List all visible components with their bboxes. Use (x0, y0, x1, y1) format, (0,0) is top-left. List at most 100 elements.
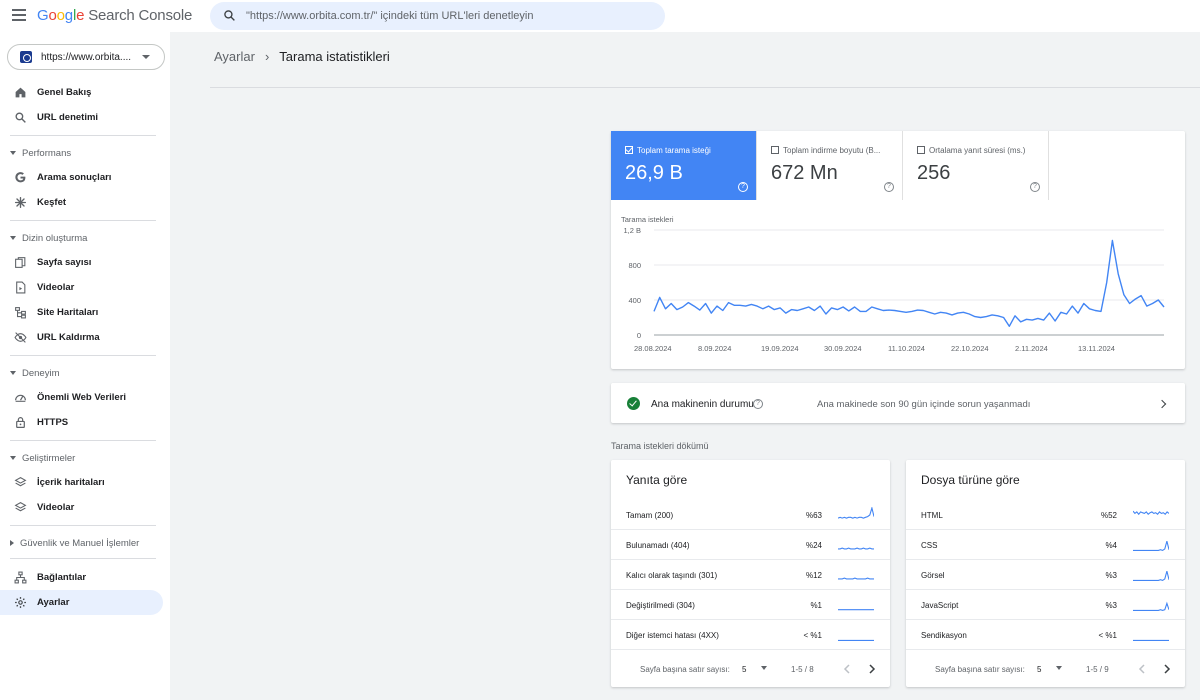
divider (10, 558, 156, 559)
series-line (653, 239, 1165, 328)
chevron-right-icon (1157, 399, 1167, 409)
next-page-icon[interactable] (1161, 663, 1173, 675)
host-status-row[interactable]: Ana makinenin durumu ? Ana makinede son … (611, 383, 1185, 423)
search-input[interactable] (246, 2, 656, 30)
sparkline (838, 639, 874, 641)
x-tick-label: 11.10.2024 (888, 344, 925, 353)
sidebar-item-removals[interactable]: URL Kaldırma (0, 325, 163, 350)
table-row[interactable]: Kalıcı olarak taşındı (301) %12 (611, 560, 890, 590)
table-row[interactable]: HTML %52 (906, 500, 1185, 530)
x-tick-label: 30.09.2024 (824, 344, 862, 353)
sparkline (838, 609, 874, 611)
sparkline-line (1133, 601, 1169, 611)
section-experience[interactable]: Deneyim (10, 368, 60, 379)
eye-off-icon (14, 332, 27, 343)
y-tick-label: 400 (628, 296, 641, 305)
sparkline (1133, 601, 1169, 611)
chevron-down-icon (142, 55, 150, 59)
x-tick-label: 19.09.2024 (761, 344, 799, 353)
sidebar-item-discover[interactable]: Keşfet (0, 190, 163, 215)
table-row[interactable]: Bulunamadı (404) %24 (611, 530, 890, 560)
table-row[interactable]: CSS %4 (906, 530, 1185, 560)
lock-icon (16, 417, 25, 428)
sparkline (1133, 540, 1169, 552)
help-icon[interactable]: ? (753, 399, 763, 409)
next-page-icon[interactable] (866, 663, 878, 675)
prev-page-icon[interactable] (841, 663, 853, 675)
chevron-down-icon (10, 371, 16, 376)
google-g-icon (15, 172, 26, 183)
table-row[interactable]: Tamam (200) %63 (611, 500, 890, 530)
breakdown-title: Dosya türüne göre (921, 473, 1020, 487)
divider (10, 525, 156, 526)
page-title: Tarama istatistikleri (279, 49, 390, 64)
links-icon (14, 571, 27, 584)
x-tick-label: 28.08.2024 (634, 344, 672, 353)
table-row[interactable]: Değiştirilmedi (304) %1 (611, 590, 890, 620)
sparkline-line (838, 547, 874, 550)
y-tick-label: 800 (628, 261, 641, 270)
section-indexing[interactable]: Dizin oluşturma (10, 233, 87, 244)
sparkline-line (838, 507, 874, 519)
x-tick-label: 13.11.2024 (1078, 344, 1115, 353)
sidebar-item-sitemaps[interactable]: Site Haritaları (0, 300, 163, 325)
layers-icon (14, 477, 27, 487)
url-inspect-search-bar[interactable] (210, 2, 665, 30)
table-row[interactable]: JavaScript %3 (906, 590, 1185, 620)
sparkline-line (1133, 510, 1169, 516)
sidebar-item-pages[interactable]: Sayfa sayısı (0, 250, 163, 275)
asterisk-icon (14, 196, 27, 209)
table-row[interactable]: Sendikasyon < %1 (906, 620, 1185, 650)
sparkline (1133, 639, 1169, 641)
sidebar-item-overview[interactable]: Genel Bakış (0, 80, 163, 105)
breakdown-by-response: Yanıta göre Tamam (200) %63 Bulunamadı (4… (611, 460, 890, 687)
y-tick-label: 0 (637, 331, 641, 340)
divider (10, 440, 156, 441)
search-icon[interactable] (223, 9, 236, 22)
layers-icon (14, 502, 27, 512)
sidebar-item-video-enhancements[interactable]: Videolar (0, 495, 163, 520)
chevron-down-icon[interactable] (1056, 666, 1062, 670)
search-icon (15, 112, 26, 123)
video-page-icon (16, 281, 26, 294)
breadcrumb-parent-link[interactable]: Ayarlar (214, 49, 255, 64)
table-row[interactable]: Diğer istemci hatası (4XX) < %1 (611, 620, 890, 650)
product-name: Search Console (88, 7, 193, 24)
property-selector[interactable]: https://www.orbita.... (7, 44, 165, 70)
pages-icon (15, 257, 26, 268)
sidebar-item-links[interactable]: Bağlantılar (0, 565, 163, 590)
sidebar-item-https[interactable]: HTTPS (0, 410, 163, 435)
chevron-down-icon[interactable] (761, 666, 767, 670)
section-performance[interactable]: Performans (10, 148, 71, 159)
app-logo[interactable]: Google Search Console (37, 7, 192, 24)
rows-per-page-select[interactable]: 5 (1037, 665, 1041, 674)
sidebar-item-breadcrumbs[interactable]: İçerik haritaları (0, 470, 163, 495)
rows-per-page-select[interactable]: 5 (742, 665, 746, 674)
chevron-right-icon (10, 540, 14, 547)
x-tick-label: 2.11.2024 (1015, 344, 1048, 353)
menu-icon[interactable] (12, 9, 26, 21)
section-security-manual-actions[interactable]: Güvenlik ve Manuel İşlemler (10, 538, 139, 549)
breakdown-title: Yanıta göre (626, 473, 688, 487)
sparkline-line (1133, 570, 1169, 582)
sidebar-item-search-results[interactable]: Arama sonuçları (0, 165, 163, 190)
chevron-down-icon (10, 456, 16, 461)
breakdown-by-file-type: Dosya türüne göre HTML %52 CSS %4 Görsel %3… (906, 460, 1185, 687)
divider (10, 220, 156, 221)
host-status-message: Ana makinede son 90 gün içinde sorun yaş… (817, 399, 1031, 410)
breadcrumb: Ayarlar › Tarama istatistikleri (214, 49, 390, 64)
sidebar-item-settings[interactable]: Ayarlar (0, 590, 163, 615)
page-range: 1-5 / 9 (1086, 665, 1109, 674)
gear-icon (15, 597, 26, 608)
chevron-right-icon: › (264, 49, 270, 64)
sidebar-item-core-web-vitals[interactable]: Önemli Web Verileri (0, 385, 163, 410)
prev-page-icon[interactable] (1136, 663, 1148, 675)
sidebar-item-videos[interactable]: Videolar (0, 275, 163, 300)
section-enhancements[interactable]: Geliştirmeler (10, 453, 75, 464)
table-row[interactable]: Görsel %3 (906, 560, 1185, 590)
home-icon (15, 87, 26, 98)
rows-per-page-label: Sayfa başına satır sayısı: (935, 665, 1025, 674)
sidebar-item-url-inspection[interactable]: URL denetimi (0, 105, 163, 130)
sparkline-line (838, 577, 874, 580)
sidebar: https://www.orbita.... Genel Bakış URL d… (0, 32, 170, 700)
